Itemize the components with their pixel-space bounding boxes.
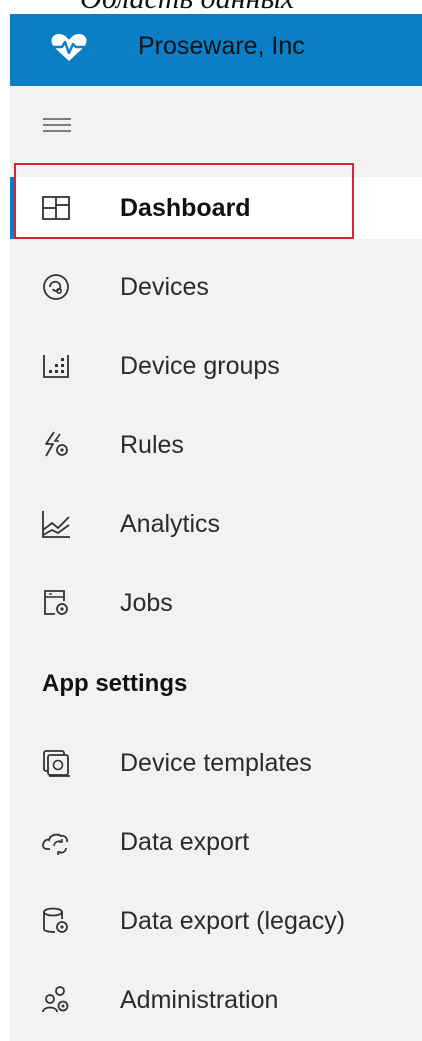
nav-item-label: Device groups [120, 352, 280, 380]
nav-item-label: Rules [120, 431, 184, 459]
nav-item-data-export-legacy[interactable]: Data export (legacy) [10, 890, 422, 952]
nav-item-device-groups[interactable]: Device groups [10, 335, 422, 397]
data-export-icon [40, 826, 72, 858]
nav-item-devices[interactable]: Devices [10, 256, 422, 318]
data-export-legacy-icon [40, 905, 72, 937]
jobs-icon [40, 587, 72, 619]
nav-item-analytics[interactable]: Analytics [10, 493, 422, 555]
page-caption: Область данных [80, 0, 294, 14]
analytics-icon [40, 508, 72, 540]
administration-icon [40, 984, 72, 1016]
nav-item-jobs[interactable]: Jobs [10, 572, 422, 634]
screenshot-root: Область данных Proseware, Inc [0, 0, 422, 1041]
nav-item-label: Jobs [120, 589, 173, 617]
device-groups-icon [40, 350, 72, 382]
left-navigation: Proseware, Inc Dashboard Devices Device … [10, 14, 422, 1041]
nav-item-label: Administration [120, 986, 279, 1014]
highlight-box [14, 163, 354, 239]
nav-item-rules[interactable]: Rules [10, 414, 422, 476]
nav-item-label: Data export [120, 828, 250, 856]
app-header: Proseware, Inc [10, 14, 422, 86]
rules-icon [40, 429, 72, 461]
device-templates-icon [40, 747, 72, 779]
hamburger-menu-icon[interactable] [42, 114, 72, 136]
nav-item-label: Analytics [120, 510, 221, 538]
nav-item-label: Data export (legacy) [120, 907, 346, 935]
devices-icon [40, 271, 72, 303]
app-name: Proseware, Inc [138, 32, 305, 60]
nav-item-label: Device templates [120, 749, 312, 777]
nav-item-data-export[interactable]: Data export [10, 811, 422, 873]
nav-item-device-templates[interactable]: Device templates [10, 732, 422, 794]
app-settings-heading: App settings [42, 670, 188, 697]
nav-item-label: Devices [120, 273, 209, 301]
nav-item-administration[interactable]: Administration [10, 969, 422, 1031]
heart-pulse-icon [50, 33, 88, 63]
